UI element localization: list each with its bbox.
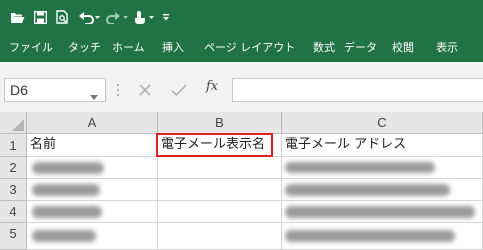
- tab-data[interactable]: データ: [344, 39, 377, 57]
- redacted-name: [32, 184, 100, 196]
- tab-review[interactable]: 校閲: [392, 39, 414, 57]
- redo-icon[interactable]: [106, 8, 128, 26]
- tab-view[interactable]: 表示: [436, 39, 458, 57]
- touch-mode-icon[interactable]: [134, 8, 156, 26]
- redacted-name: [32, 230, 96, 242]
- row-header-5[interactable]: 5: [0, 223, 27, 250]
- check-icon[interactable]: [171, 82, 187, 101]
- grip-icon[interactable]: [116, 82, 120, 96]
- cell-b4[interactable]: [158, 201, 282, 223]
- name-box[interactable]: D6: [4, 78, 106, 102]
- tab-touch[interactable]: タッチ: [68, 39, 101, 57]
- tab-formulas[interactable]: 数式: [313, 39, 335, 57]
- redacted-email: [285, 184, 450, 196]
- row-header-4[interactable]: 4: [0, 201, 27, 223]
- quick-access-toolbar: [0, 0, 483, 34]
- formula-bar: D6 fx: [0, 76, 483, 106]
- row-header-3[interactable]: 3: [0, 179, 27, 201]
- tab-insert[interactable]: 挿入: [162, 39, 184, 57]
- cell-b3[interactable]: [158, 179, 282, 201]
- tab-home[interactable]: ホーム: [112, 39, 145, 57]
- tab-file[interactable]: ファイル: [9, 39, 53, 57]
- cell-b2[interactable]: [158, 157, 282, 179]
- formula-input[interactable]: [232, 78, 483, 102]
- column-header-c[interactable]: C: [282, 112, 483, 134]
- ribbon-tabs: ファイル タッチ ホーム 挿入 ページ レイアウト 数式 データ 校閲 表示: [0, 34, 483, 62]
- undo-icon[interactable]: [78, 8, 100, 26]
- insert-function-button[interactable]: fx: [206, 79, 218, 94]
- column-header-a[interactable]: A: [27, 112, 158, 134]
- redacted-name: [32, 162, 104, 174]
- redacted-name: [32, 206, 102, 218]
- select-all-corner[interactable]: [0, 112, 27, 134]
- row-header-1[interactable]: 1: [0, 134, 27, 157]
- cancel-icon[interactable]: [138, 82, 152, 101]
- highlight-box: [156, 133, 273, 157]
- worksheet-grid: A B C 1 2 3 4 5 名前 電子メール表示名 電子メール アドレス: [0, 112, 483, 250]
- print-preview-icon[interactable]: [56, 8, 69, 26]
- redacted-email: [285, 162, 435, 173]
- folder-open-icon[interactable]: [10, 8, 25, 26]
- save-icon[interactable]: [34, 8, 47, 26]
- chevron-down-icon[interactable]: [90, 86, 98, 105]
- redacted-email: [285, 206, 475, 218]
- cell-b5[interactable]: [158, 223, 282, 250]
- redacted-email: [285, 230, 455, 242]
- cell-a1[interactable]: 名前: [27, 134, 158, 157]
- column-header-b[interactable]: B: [158, 112, 282, 134]
- customize-icon[interactable]: [162, 8, 170, 26]
- tab-page-layout[interactable]: ページ レイアウト: [204, 39, 295, 57]
- row-header-2[interactable]: 2: [0, 157, 27, 179]
- ribbon-collapsed-area: [0, 62, 483, 76]
- name-box-value: D6: [10, 82, 28, 98]
- cell-c1[interactable]: 電子メール アドレス: [282, 134, 483, 157]
